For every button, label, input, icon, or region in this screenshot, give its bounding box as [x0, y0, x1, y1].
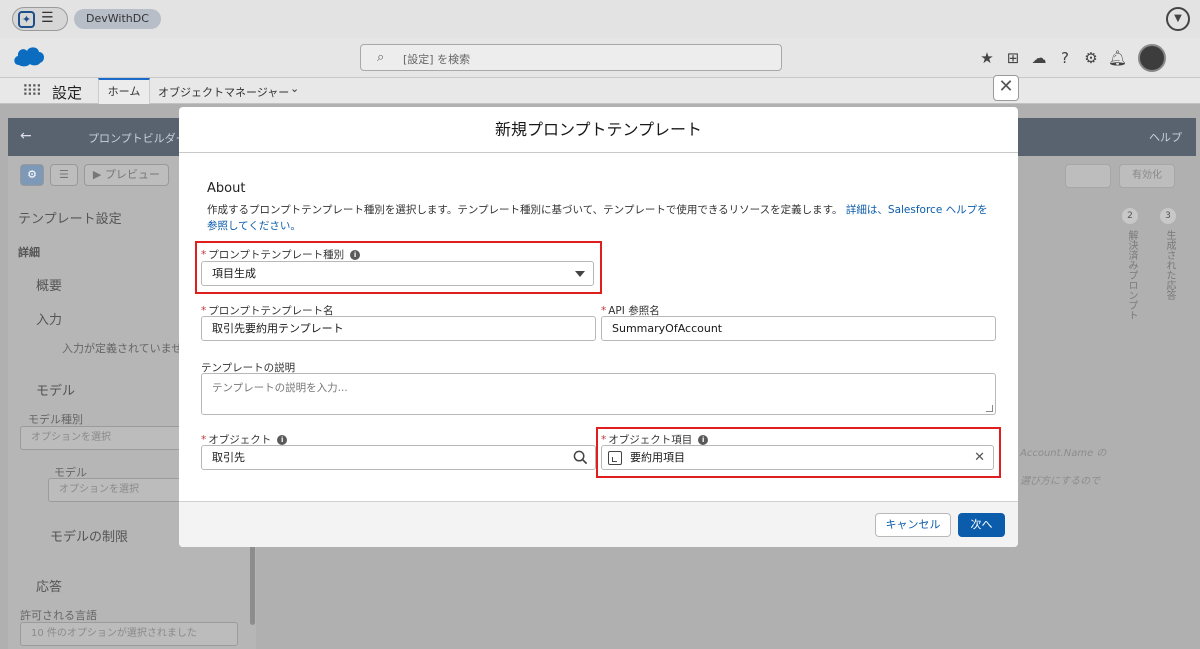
save-button[interactable] [1065, 164, 1111, 188]
step-2-number: 2 [1122, 208, 1138, 224]
next-button[interactable]: 次へ [958, 513, 1005, 537]
object-value: 取引先 [212, 451, 245, 464]
chevron-down-icon[interactable]: ⌄ [290, 82, 299, 95]
list-icon[interactable]: ☰ [50, 164, 78, 186]
description-text: 作成するプロンプトテンプレート種別を選択します。テンプレート種別に基づいて、テン… [207, 204, 843, 216]
header-utility-icons: ★ ⊞ ☁ ? ⚙ 🔔︎ [978, 44, 1166, 72]
preview-button[interactable]: ▶ プレビュー [83, 164, 169, 186]
help-icon[interactable]: ? [1056, 49, 1074, 67]
builder-title: プロンプトビルダー [88, 132, 187, 145]
tab-details[interactable]: 詳細 [18, 244, 40, 260]
settings-gear-button[interactable]: ⚙ [20, 164, 44, 186]
info-icon[interactable]: i [277, 435, 288, 445]
section-input[interactable]: 入力 [36, 309, 62, 328]
app-title: 設定 [52, 84, 83, 102]
api-name-input[interactable]: SummaryOfAccount [601, 316, 996, 341]
background-text: Account.Name の [1020, 448, 1107, 459]
step-2-label[interactable]: 解決済みプロンプト [1124, 230, 1139, 320]
global-search-input[interactable]: ⌕ [設定] を検索 [360, 44, 782, 71]
menu-icon[interactable]: ☰ [41, 10, 54, 26]
add-icon[interactable]: ⊞ [1004, 49, 1022, 67]
section-title: About [207, 181, 246, 196]
avatar[interactable] [1138, 44, 1166, 72]
background-text: 選び方にするので [1020, 476, 1101, 487]
section-response[interactable]: 応答 [36, 576, 62, 595]
section-model[interactable]: モデル [36, 380, 75, 399]
steps-column: 2 解決済みプロンプト 3 生成された応答 [1118, 200, 1196, 649]
chevron-down-icon[interactable]: ▼ [1166, 7, 1190, 31]
tab-home[interactable]: ホーム [98, 78, 150, 104]
favorites-icon[interactable]: ★ [978, 49, 996, 67]
search-placeholder: [設定] を検索 [403, 53, 471, 66]
preview-label: プレビュー [104, 168, 160, 181]
global-top-bar: ✦ ☰ DevWithDC ▼ [0, 0, 1200, 38]
activate-button[interactable]: 有効化 [1119, 164, 1175, 188]
help-link[interactable]: ヘルプ [1149, 129, 1182, 145]
builder-toolbar: ⚙ ☰ ▶ プレビュー [20, 164, 169, 186]
highlight-box [195, 241, 602, 294]
salesforce-logo [14, 47, 45, 67]
modal-footer: キャンセル 次へ [179, 501, 1018, 547]
search-icon: ⌕ [377, 50, 385, 65]
highlight-box [596, 427, 1001, 478]
app-launcher-toggle[interactable]: ✦ ☰ [12, 7, 68, 31]
step-3-number: 3 [1160, 208, 1176, 224]
allowed-languages-label: 許可される言語 [20, 609, 97, 622]
object-lookup-input[interactable]: 取引先 [201, 445, 596, 470]
back-arrow-icon[interactable]: ← [20, 128, 32, 144]
step-3-label[interactable]: 生成された応答 [1162, 230, 1177, 300]
search-icon[interactable] [573, 450, 588, 465]
gear-icon[interactable]: ⚙ [1082, 49, 1100, 67]
trailhead-icon[interactable]: ☁ [1030, 49, 1048, 67]
section-model-limits[interactable]: モデルの制限 [50, 526, 128, 545]
template-description-textarea[interactable]: テンプレートの説明を入力... [201, 373, 996, 415]
allowed-languages-input[interactable]: 10 件のオプションが選択されました [20, 622, 238, 646]
app-launcher-icon[interactable]: ⠿⠿ [22, 82, 42, 100]
modal-title: 新規プロンプトテンプレート [179, 107, 1018, 153]
panel-title: テンプレート設定 [18, 212, 122, 227]
model-type-label: モデル種別 [28, 413, 83, 426]
tab-object-manager[interactable]: オブジェクトマネージャー [158, 84, 289, 100]
template-name-input[interactable]: 取引先要約用テンプレート [201, 316, 596, 341]
modal-description: 作成するプロンプトテンプレート種別を選択します。テンプレート種別に基づいて、テン… [207, 202, 997, 234]
app-nav-bar: ⠿⠿ 設定 ホーム オブジェクトマネージャー ⌄ [0, 78, 1200, 104]
new-prompt-template-modal: 新規プロンプトテンプレート About 作成するプロンプトテンプレート種別を選択… [179, 107, 1018, 547]
org-name-pill[interactable]: DevWithDC [74, 9, 161, 29]
cancel-button[interactable]: キャンセル [875, 513, 951, 537]
agent-icon[interactable]: ✦ [18, 11, 35, 28]
bell-icon[interactable]: 🔔︎ [1108, 49, 1127, 67]
template-description-placeholder: テンプレートの説明を入力... [212, 382, 348, 394]
close-icon: ✕ [998, 76, 1014, 97]
resize-handle-icon[interactable] [986, 405, 993, 412]
section-overview[interactable]: 概要 [36, 275, 62, 294]
close-button[interactable]: ✕ [993, 75, 1019, 101]
